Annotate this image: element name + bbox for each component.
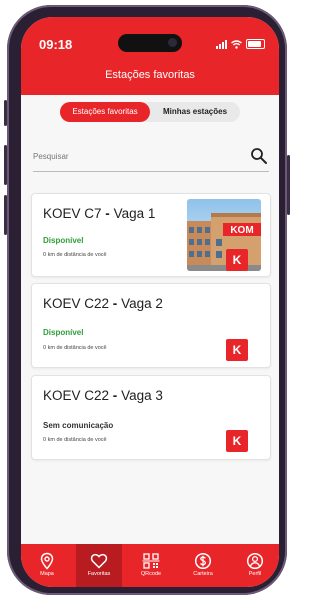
wifi-icon bbox=[231, 39, 242, 49]
badge-letter: K bbox=[232, 343, 242, 357]
station-status: Disponível bbox=[43, 236, 84, 245]
profile-icon bbox=[246, 552, 264, 570]
nav-item-qrcode[interactable]: QRcode bbox=[128, 544, 174, 587]
station-title: KOEV C7 - Vaga 1 bbox=[43, 206, 155, 221]
wallet-dollar-icon bbox=[194, 552, 212, 570]
nav-item-perfil[interactable]: Perfil bbox=[232, 544, 278, 587]
station-card[interactable]: KOEV C22 - Vaga 2 Disponível 0 km de dis… bbox=[31, 283, 271, 368]
volume-down-button bbox=[4, 195, 7, 235]
spot-name: Vaga 1 bbox=[113, 206, 156, 221]
bottom-navigation: Mapa Favoritas QRcode Carteira Perfil bbox=[21, 544, 279, 587]
station-distance: 0 km de distância de você bbox=[43, 437, 107, 443]
map-pin-icon bbox=[40, 552, 54, 570]
station-title: KOEV C22 - Vaga 3 bbox=[43, 388, 163, 403]
building-sign-text: KOM bbox=[230, 225, 253, 236]
silent-switch bbox=[4, 100, 7, 126]
nav-label: Perfil bbox=[248, 571, 262, 577]
koev-logo-badge: K bbox=[226, 249, 248, 271]
koev-logo-badge: K bbox=[226, 339, 248, 361]
page-title: Estações favoritas bbox=[105, 69, 195, 81]
badge-letter: K bbox=[232, 253, 242, 267]
app-screen: 09:18 Estações favoritas Estações favori… bbox=[21, 17, 279, 587]
station-distance: 0 km de distância de você bbox=[43, 252, 107, 258]
heart-icon bbox=[90, 553, 108, 569]
search-field[interactable]: Pesquisar bbox=[33, 147, 269, 172]
dynamic-island bbox=[118, 34, 182, 52]
spot-name: Vaga 2 bbox=[121, 296, 163, 311]
station-distance: 0 km de distância de você bbox=[43, 345, 107, 351]
station-photo: KOM bbox=[187, 199, 261, 271]
station-name: KOEV C7 bbox=[43, 206, 102, 221]
station-name: KOEV C22 bbox=[43, 388, 110, 403]
tab-minhas-estacoes[interactable]: Minhas estações bbox=[150, 102, 240, 122]
status-icons bbox=[216, 39, 265, 49]
title-separator: - bbox=[112, 296, 118, 311]
nav-item-carteira[interactable]: Carteira bbox=[180, 544, 226, 587]
station-card[interactable]: KOEV C22 - Vaga 3 Sem comunicação 0 km d… bbox=[31, 375, 271, 460]
search-icon[interactable] bbox=[250, 147, 268, 165]
tab-estacoes-favoritas[interactable]: Estações favoritas bbox=[60, 102, 150, 122]
station-status: Sem comunicação bbox=[43, 421, 114, 430]
search-placeholder: Pesquisar bbox=[33, 152, 69, 161]
camera-dot bbox=[168, 38, 177, 47]
nav-label: Carteira bbox=[193, 571, 213, 577]
badge-letter: K bbox=[232, 434, 242, 448]
title-separator: - bbox=[105, 206, 110, 221]
qrcode-icon bbox=[142, 553, 160, 569]
nav-label: Favoritas bbox=[87, 571, 111, 577]
station-title: KOEV C22 - Vaga 2 bbox=[43, 296, 163, 311]
header-bar: 09:18 Estações favoritas bbox=[21, 17, 279, 95]
nav-label: Mapa bbox=[40, 571, 54, 577]
cellular-signal-icon bbox=[216, 39, 227, 49]
station-name: KOEV C22 bbox=[43, 296, 110, 311]
nav-item-favoritas[interactable]: Favoritas bbox=[76, 544, 122, 587]
battery-icon bbox=[246, 39, 265, 49]
status-bar: 09:18 bbox=[21, 17, 279, 52]
tab-switcher: Estações favoritas Minhas estações bbox=[60, 102, 240, 122]
power-button bbox=[287, 155, 290, 215]
station-card[interactable]: KOEV C7 - Vaga 1 Disponível 0 km de dist… bbox=[31, 193, 271, 277]
koev-logo-badge: K bbox=[226, 430, 248, 452]
spot-name: Vaga 3 bbox=[121, 388, 163, 403]
station-status: Disponível bbox=[43, 328, 84, 337]
nav-label: QRcode bbox=[140, 571, 162, 577]
title-separator: - bbox=[112, 388, 118, 403]
status-time: 09:18 bbox=[39, 37, 73, 52]
volume-up-button bbox=[4, 145, 7, 185]
nav-item-mapa[interactable]: Mapa bbox=[24, 544, 70, 587]
